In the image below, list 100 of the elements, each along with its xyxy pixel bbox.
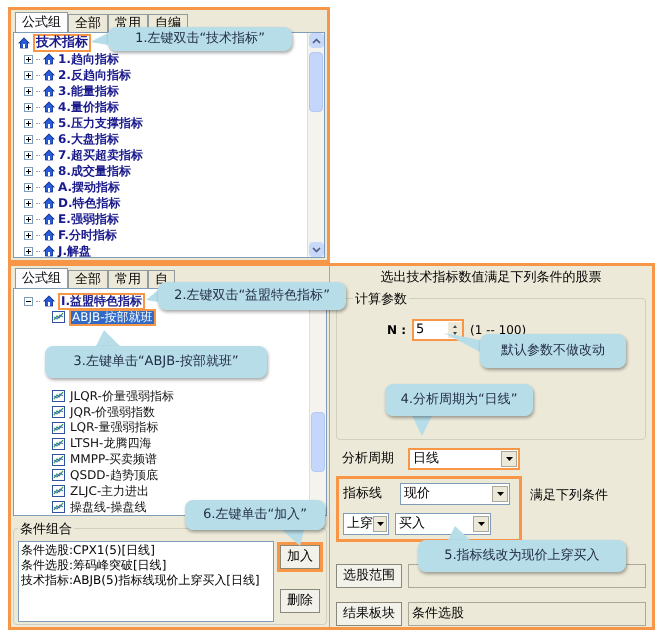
house-icon (43, 101, 55, 113)
param-label: N : (387, 322, 406, 338)
push-button[interactable]: 选股范围 (336, 564, 402, 588)
scroll-thumb[interactable] (311, 412, 325, 472)
field-label: 分析周期 (342, 450, 394, 468)
tree-item[interactable]: F.分时指标 (58, 226, 117, 244)
tree-item[interactable]: ABJB-按部就班 (69, 308, 156, 326)
expand-toggle[interactable] (24, 118, 33, 128)
caret-icon (506, 456, 512, 460)
tree-item[interactable]: 2.反趋向指标 (58, 66, 131, 84)
tree-item[interactable]: JLQR-价量强弱指标 (69, 390, 175, 403)
tree-item[interactable]: LTSH-龙腾四海 (69, 437, 152, 450)
panel-heading: 选出技术指标数值满足下列条件的股票 (380, 269, 602, 287)
house-icon (43, 197, 55, 209)
expand-toggle[interactable] (24, 296, 33, 306)
tab[interactable]: 公式组 (15, 268, 68, 288)
dropdown-button[interactable] (473, 516, 489, 532)
tree-item[interactable]: LQR-量强弱指标 (69, 421, 160, 434)
house-icon (43, 117, 55, 129)
chart-icon (52, 438, 65, 450)
tree-item[interactable]: 技术指标 (33, 34, 91, 52)
dropdown-field[interactable]: 现价 (400, 482, 510, 504)
spinner-field[interactable]: 5 (412, 318, 464, 340)
expand-toggle[interactable] (24, 54, 33, 64)
tree-item[interactable]: 4.量价指标 (58, 98, 119, 116)
spin-up-icon[interactable] (448, 322, 462, 330)
list-item[interactable]: 条件选股:CPX1(5)[日线] (21, 543, 271, 558)
tree-item[interactable]: 操盘线-操盘线 (69, 500, 148, 514)
chart-icon (52, 485, 65, 498)
tab[interactable]: 全部 (68, 14, 108, 32)
callout-tooltip: 2.左键双击“益盟特色指标” (158, 282, 346, 310)
dropdown-button[interactable] (373, 516, 387, 532)
expand-toggle[interactable] (24, 230, 33, 240)
scroll-up-icon[interactable] (312, 38, 320, 44)
house-icon (43, 149, 55, 161)
expand-toggle[interactable] (24, 166, 33, 176)
list-item[interactable]: 技术指标:ABJB(5)指标线现价上穿买入[日线] (21, 573, 271, 588)
condition-hint: 满足下列条件 (530, 486, 608, 504)
callout-pointer (412, 416, 432, 436)
chart-icon (52, 422, 65, 434)
house-icon (43, 53, 55, 65)
expand-toggle[interactable] (24, 70, 33, 80)
chart-icon (52, 454, 65, 466)
expand-toggle[interactable] (24, 214, 33, 224)
house-icon (43, 213, 55, 225)
callout-pointer (448, 526, 470, 540)
tree-item[interactable]: A.摆动指标 (58, 178, 120, 196)
house-icon (43, 133, 55, 145)
tree-item[interactable]: E.强弱指标 (58, 210, 119, 228)
tree-item[interactable]: 3.能量指标 (58, 82, 119, 100)
house-icon (43, 295, 55, 307)
expand-toggle[interactable] (24, 198, 33, 208)
scrollbar[interactable] (307, 33, 324, 257)
expand-toggle[interactable] (24, 246, 33, 256)
house-icon (43, 181, 55, 193)
scroll-thumb[interactable] (309, 52, 323, 112)
tree-item[interactable]: 5.压力支撑指标 (58, 114, 143, 132)
push-button[interactable]: 删除 (280, 589, 320, 613)
house-icon (43, 85, 55, 97)
expand-toggle[interactable] (24, 134, 33, 144)
caret-icon (478, 522, 484, 526)
tree-item[interactable]: ZLJC-主力进出 (69, 484, 150, 498)
tab[interactable]: 全部 (68, 270, 108, 288)
chart-icon (52, 311, 65, 323)
tree-item[interactable]: 8.成交量指标 (58, 162, 131, 180)
callout-pointer (90, 33, 108, 45)
house-icon (43, 165, 55, 177)
callout-pointer (96, 330, 120, 346)
push-button[interactable]: 结果板块 (336, 602, 402, 626)
tree-item[interactable]: D.特色指标 (58, 194, 121, 212)
tree-item[interactable]: 7.超买超卖指标 (58, 146, 143, 164)
list-item[interactable]: 条件选股:筹码峰突破[日线] (21, 558, 271, 573)
chart-icon (52, 501, 65, 514)
tree-item[interactable]: QSDD-趋势顶底 (69, 468, 159, 482)
dropdown-button[interactable] (501, 450, 517, 466)
scroll-down-icon[interactable] (312, 246, 320, 252)
expand-toggle[interactable] (24, 102, 33, 112)
house-icon (43, 229, 55, 241)
tree-item[interactable]: MMPP-买卖频谱 (69, 453, 158, 466)
dropdown-field[interactable]: 买入 (395, 512, 491, 534)
push-button[interactable]: 加入 (280, 545, 320, 569)
tab[interactable]: 常用 (108, 270, 148, 288)
dropdown-field[interactable]: 日线 (408, 448, 520, 470)
tree-item[interactable]: 6.大盘指标 (58, 130, 119, 148)
tree-item[interactable]: 1.趋向指标 (58, 50, 119, 68)
tree-item[interactable]: JQR-价强弱指数 (69, 406, 156, 419)
result-field: 条件选股 (408, 602, 646, 626)
chart-icon (52, 469, 65, 482)
chart-icon (52, 390, 65, 402)
expand-toggle[interactable] (24, 86, 33, 96)
chart-icon (52, 406, 65, 418)
expand-toggle[interactable] (24, 182, 33, 192)
expand-toggle[interactable] (24, 150, 33, 160)
field-label: 指标线 (343, 484, 382, 503)
tab[interactable]: 公式组 (15, 12, 68, 32)
house-icon (43, 69, 55, 81)
dropdown-field[interactable]: 上穿 (343, 512, 389, 534)
callout-pointer (146, 290, 158, 302)
house-icon (18, 37, 30, 49)
dropdown-button[interactable] (492, 486, 508, 502)
